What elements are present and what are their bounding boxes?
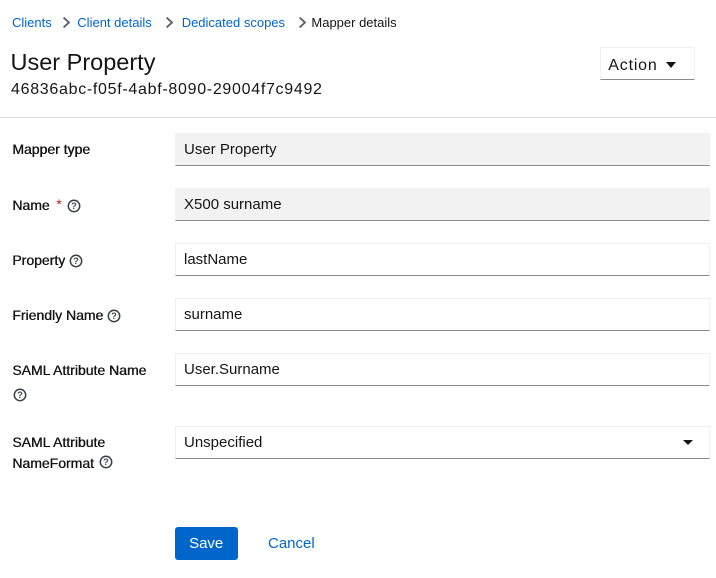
svg-text:?: ? [73,256,79,266]
svg-text:?: ? [111,311,117,321]
svg-text:?: ? [17,390,23,400]
svg-text:?: ? [71,201,77,211]
svg-text:?: ? [103,457,109,467]
